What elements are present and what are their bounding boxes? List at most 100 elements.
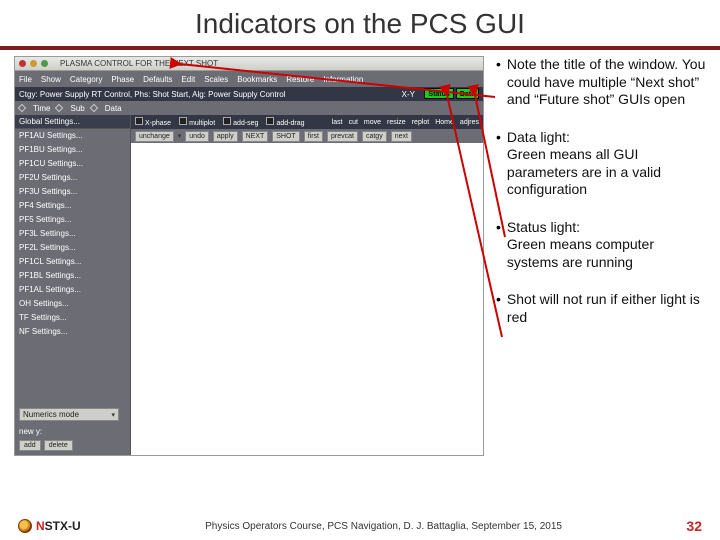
sidebar-header[interactable]: Global Settings... bbox=[15, 115, 130, 129]
plot-canvas[interactable] bbox=[131, 143, 483, 455]
slide-title: Indicators on the PCS GUI bbox=[0, 0, 720, 46]
pcs-gui-window: PLASMA CONTROL FOR THE NEXT SHOT File Sh… bbox=[14, 56, 484, 456]
category-text: Ctgy: Power Supply RT Control, Phs: Shot… bbox=[19, 90, 286, 99]
menu-file[interactable]: File bbox=[19, 75, 32, 84]
delete-button[interactable]: delete bbox=[44, 440, 73, 451]
prevcat-button[interactable]: prevcat bbox=[327, 131, 358, 142]
sidebar-item[interactable]: PF1BL Settings... bbox=[15, 269, 130, 283]
sidebar-bottom: Numerics mode ▾ new y: add delete bbox=[15, 404, 130, 455]
title-rule bbox=[0, 46, 720, 50]
logo-rest: STX-U bbox=[45, 519, 81, 533]
next-button[interactable]: NEXT bbox=[242, 131, 269, 142]
menu-defaults[interactable]: Defaults bbox=[143, 75, 172, 84]
sidebar-list: PF1AU Settings... PF1BU Settings... PF1C… bbox=[15, 129, 130, 339]
sidebar-item[interactable]: PF2U Settings... bbox=[15, 171, 130, 185]
combo-label: Numerics mode bbox=[23, 410, 79, 419]
menu-scales[interactable]: Scales bbox=[204, 75, 228, 84]
opt-r0[interactable]: last bbox=[332, 119, 343, 126]
checkbox-icon[interactable] bbox=[179, 117, 187, 125]
first-button[interactable]: first bbox=[304, 131, 323, 142]
menu-show[interactable]: Show bbox=[41, 75, 61, 84]
nav-data[interactable]: Data bbox=[105, 104, 122, 113]
close-icon[interactable] bbox=[19, 60, 26, 67]
apply-button[interactable]: apply bbox=[213, 131, 238, 142]
shot-button[interactable]: SHOT bbox=[272, 131, 299, 142]
sidebar-item[interactable]: PF1CU Settings... bbox=[15, 157, 130, 171]
bullet-icon: • bbox=[496, 56, 501, 109]
sidebar-item[interactable]: PF1BU Settings... bbox=[15, 143, 130, 157]
add-button[interactable]: add bbox=[19, 440, 41, 451]
diamond-icon bbox=[89, 104, 97, 112]
opt-r1[interactable]: cut bbox=[349, 119, 358, 126]
checkbox-icon[interactable] bbox=[223, 117, 231, 125]
sidebar-item[interactable]: PF3L Settings... bbox=[15, 227, 130, 241]
catgy-button[interactable]: catgy bbox=[362, 131, 387, 142]
notes-column: • Note the title of the window. You coul… bbox=[496, 56, 706, 456]
nav-sub[interactable]: Sub bbox=[70, 104, 84, 113]
opt-r3[interactable]: resize bbox=[387, 119, 406, 126]
opt-xphase[interactable]: X-phase bbox=[145, 120, 171, 127]
nav-time[interactable]: Time bbox=[33, 104, 50, 113]
note-text: Note the title of the window. You could … bbox=[507, 56, 706, 109]
bullet-icon: • bbox=[496, 291, 501, 326]
opt-r6[interactable]: adjres bbox=[460, 119, 479, 126]
sidebar-item[interactable]: PF1CL Settings... bbox=[15, 255, 130, 269]
menu-phase[interactable]: Phase bbox=[111, 75, 134, 84]
sidebar-item[interactable]: PF4 Settings... bbox=[15, 199, 130, 213]
note-item: • Status light: Green means computer sys… bbox=[496, 219, 706, 272]
menu-edit[interactable]: Edit bbox=[181, 75, 195, 84]
footer-text: Physics Operators Course, PCS Navigation… bbox=[205, 521, 562, 532]
numerics-combo[interactable]: Numerics mode ▾ bbox=[19, 408, 119, 421]
sidebar-item[interactable]: NF Settings... bbox=[15, 325, 130, 339]
undo-button[interactable]: undo bbox=[185, 131, 209, 142]
checkbox-icon[interactable] bbox=[266, 117, 274, 125]
note-text: Status light: Green means computer syste… bbox=[507, 219, 706, 272]
note-item: • Note the title of the window. You coul… bbox=[496, 56, 706, 109]
gui-panes: Global Settings... PF1AU Settings... PF1… bbox=[15, 115, 483, 455]
opt-r4[interactable]: replot bbox=[412, 119, 430, 126]
globe-icon bbox=[18, 519, 32, 533]
menu-restore[interactable]: Restore bbox=[286, 75, 314, 84]
menu-bookmarks[interactable]: Bookmarks bbox=[237, 75, 277, 84]
option-row-1: X-phase multiplot add-seg add-drag last … bbox=[131, 115, 483, 129]
opt-r2[interactable]: move bbox=[364, 119, 381, 126]
sidebar-item[interactable]: PF2L Settings... bbox=[15, 241, 130, 255]
nextcat-button[interactable]: next bbox=[391, 131, 412, 142]
sidebar-item[interactable]: PF3U Settings... bbox=[15, 185, 130, 199]
main-pane: X-phase multiplot add-seg add-drag last … bbox=[131, 115, 483, 455]
sidebar-item[interactable]: TF Settings... bbox=[15, 311, 130, 325]
window-titlebar[interactable]: PLASMA CONTROL FOR THE NEXT SHOT bbox=[15, 57, 483, 71]
opt-multiplot[interactable]: multiplot bbox=[189, 120, 215, 127]
chevron-down-icon: ▾ bbox=[178, 132, 182, 140]
note-item: • Shot will not run if either light is r… bbox=[496, 291, 706, 326]
nstxu-logo: NSTX-U bbox=[18, 519, 81, 533]
sidebar-item[interactable]: PF5 Settings... bbox=[15, 213, 130, 227]
minimize-icon[interactable] bbox=[30, 60, 37, 67]
opt-adddrag[interactable]: add-drag bbox=[276, 120, 304, 127]
menubar: File Show Category Phase Defaults Edit S… bbox=[15, 71, 483, 87]
slide-body: PLASMA CONTROL FOR THE NEXT SHOT File Sh… bbox=[0, 56, 720, 456]
page-number: 32 bbox=[686, 518, 702, 534]
option-row-2: unchange ▾ undo apply NEXT SHOT first pr… bbox=[131, 129, 483, 143]
menu-information[interactable]: Information bbox=[323, 75, 363, 84]
zoom-icon[interactable] bbox=[41, 60, 48, 67]
new-y-label: new y: bbox=[19, 427, 126, 436]
bullet-icon: • bbox=[496, 129, 501, 199]
note-text: Shot will not run if either light is red bbox=[507, 291, 706, 326]
slide-footer: NSTX-U Physics Operators Course, PCS Nav… bbox=[0, 518, 720, 534]
menu-category[interactable]: Category bbox=[70, 75, 102, 84]
note-text: Data light: Green means all GUI paramete… bbox=[507, 129, 706, 199]
opt-r5[interactable]: Home bbox=[435, 119, 454, 126]
category-bar: Ctgy: Power Supply RT Control, Phs: Shot… bbox=[15, 87, 483, 101]
xy-label: X-Y bbox=[402, 90, 415, 99]
checkbox-icon[interactable] bbox=[135, 117, 143, 125]
sidebar-item[interactable]: PF1AU Settings... bbox=[15, 129, 130, 143]
sidebar-item[interactable]: PF1AL Settings... bbox=[15, 283, 130, 297]
nav-row: Time Sub Data bbox=[15, 101, 483, 115]
sidebar-item[interactable]: OH Settings... bbox=[15, 297, 130, 311]
diamond-icon bbox=[55, 104, 63, 112]
slide: Indicators on the PCS GUI PLASMA CONTROL… bbox=[0, 0, 720, 540]
opt-addseg[interactable]: add-seg bbox=[233, 120, 258, 127]
sidebar: Global Settings... PF1AU Settings... PF1… bbox=[15, 115, 131, 455]
unchange-button[interactable]: unchange bbox=[135, 131, 174, 142]
